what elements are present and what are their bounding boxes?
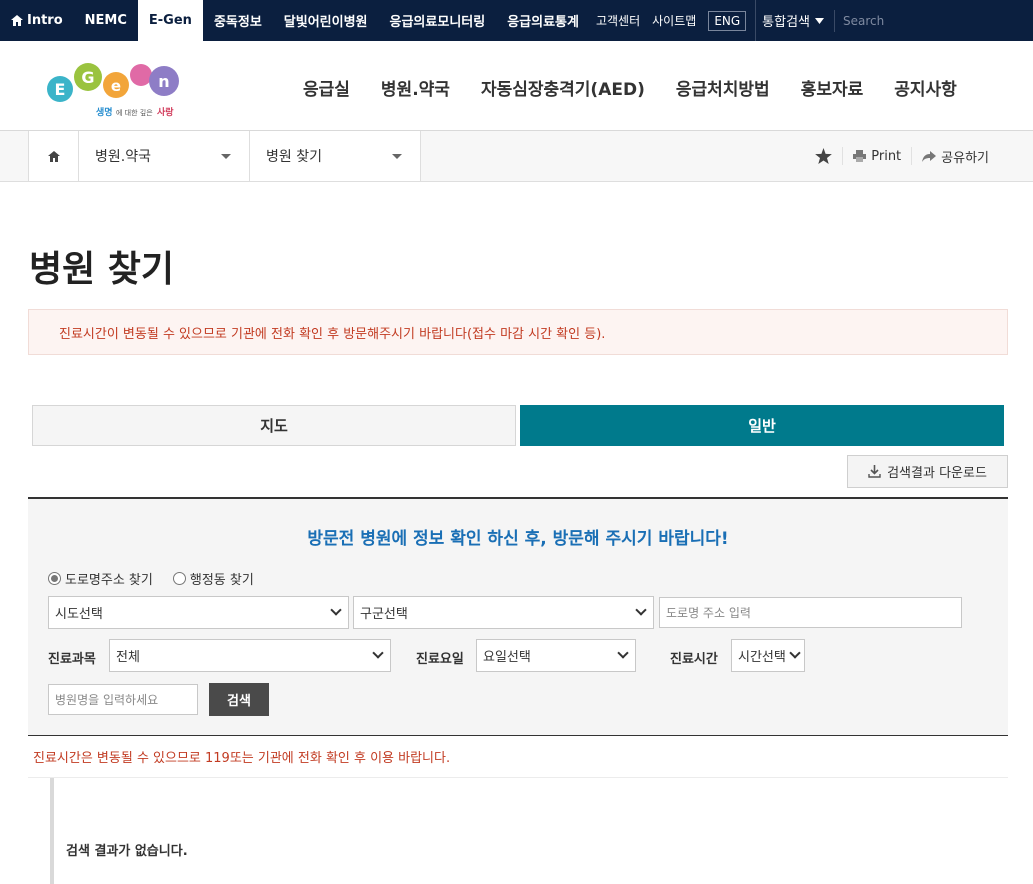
- address-type-radios: 도로명주소 찾기 행정동 찾기: [48, 569, 274, 588]
- nav-first-aid[interactable]: 응급처치방법: [676, 75, 770, 100]
- time-select-value: 시간선택: [738, 650, 786, 665]
- logo-graphic: E G e n 생명 에 대한 깊은 사랑: [47, 63, 179, 118]
- search-results: 검색 결과가 없습니다.: [50, 778, 1008, 884]
- chevron-down-icon: [635, 604, 647, 616]
- sitemap-link[interactable]: 사이트맵: [646, 0, 702, 41]
- download-results-button[interactable]: 검색결과 다운로드: [847, 455, 1008, 488]
- egen-logo[interactable]: E G e n 생명 에 대한 깊은 사랑: [46, 57, 181, 121]
- svg-text:E: E: [55, 80, 66, 99]
- nav-aed[interactable]: 자동심장충격기(AED): [481, 75, 645, 100]
- top-bar: Intro NEMC E-Gen 중독정보 달빛어린이병원 응급의료모니터링 응…: [0, 0, 1033, 41]
- nav-notice[interactable]: 공지사항: [894, 75, 957, 100]
- eng-button[interactable]: ENG: [708, 10, 747, 31]
- topbar-item-monitoring[interactable]: 응급의료모니터링: [379, 0, 497, 41]
- share-button[interactable]: 공유하기: [911, 147, 999, 166]
- topbar-item-moonlight[interactable]: 달빛어린이병원: [273, 0, 379, 41]
- download-icon: [868, 465, 881, 478]
- no-results-message: 검색 결과가 없습니다.: [66, 844, 188, 859]
- caret-down-icon: [221, 154, 231, 159]
- search-panel: 방문전 병원에 정보 확인 하신 후, 방문해 주시기 바랍니다! 도로명주소 …: [28, 497, 1008, 736]
- star-icon: [815, 148, 833, 164]
- print-label: Print: [871, 148, 902, 164]
- header: E G e n 생명 에 대한 깊은 사랑 응급실 병원.약국 자동심장충격기(…: [0, 41, 1033, 131]
- dept-label: 진료과목: [48, 652, 96, 667]
- svg-text:G: G: [81, 68, 94, 87]
- day-label: 진료요일: [416, 652, 464, 667]
- intro-label: Intro: [27, 13, 63, 28]
- time-label: 진료시간: [670, 652, 718, 667]
- topbar-item-statistics[interactable]: 응급의료통계: [496, 0, 590, 41]
- search-panel-title: 방문전 병원에 정보 확인 하신 후, 방문해 주시기 바랍니다!: [307, 529, 729, 549]
- notice-banner: 진료시간이 변동될 수 있으므로 기관에 전화 확인 후 방문해주시기 바랍니다…: [28, 309, 1008, 355]
- nav-hospital-pharmacy[interactable]: 병원.약국: [381, 75, 450, 100]
- integrated-search-label: 통합검색: [762, 15, 811, 30]
- share-icon: [922, 150, 937, 162]
- dept-select-value: 전체: [116, 650, 140, 665]
- svg-text:n: n: [158, 72, 169, 91]
- gugun-select[interactable]: 구군선택: [353, 596, 654, 629]
- topbar-item-poison[interactable]: 중독정보: [203, 0, 273, 41]
- breadcrumb-home[interactable]: [28, 131, 79, 181]
- breadcrumb-level1-select[interactable]: 병원.약국: [79, 131, 250, 181]
- nav-promotion[interactable]: 홍보자료: [801, 75, 864, 100]
- radio-admin-label[interactable]: 행정동 찾기: [190, 569, 254, 588]
- breadcrumb-level2-select[interactable]: 병원 찾기: [250, 131, 421, 181]
- caret-down-icon: [815, 17, 825, 24]
- gugun-select-value: 구군선택: [360, 607, 408, 622]
- hours-notice: 진료시간은 변동될 수 있으므로 119또는 기관에 전화 확인 후 이용 바랍…: [33, 751, 451, 766]
- nav-emergency-room[interactable]: 응급실: [303, 75, 350, 100]
- sido-select[interactable]: 시도선택: [48, 596, 349, 629]
- breadcrumb-level1-label: 병원.약국: [95, 149, 151, 165]
- hospital-name-input[interactable]: 병원명을 입력하세요: [48, 684, 198, 715]
- chevron-down-icon: [789, 647, 801, 659]
- nemc-link[interactable]: NEMC: [74, 0, 138, 41]
- favorite-button[interactable]: [805, 147, 842, 165]
- tab-general[interactable]: 일반: [520, 405, 1004, 446]
- customer-center-link[interactable]: 고객센터: [590, 0, 646, 41]
- print-button[interactable]: Print: [842, 147, 911, 165]
- radio-admin-address[interactable]: [172, 572, 186, 585]
- svg-text:생명: 생명: [96, 106, 113, 118]
- radio-road-address[interactable]: [48, 572, 61, 585]
- intro-link[interactable]: Intro: [0, 0, 74, 41]
- road-address-input[interactable]: 도로명 주소 입력: [659, 597, 962, 628]
- integrated-search-toggle[interactable]: 통합검색: [756, 0, 830, 41]
- svg-text:에 대한 깊은: 에 대한 깊은: [116, 108, 153, 117]
- tab-map[interactable]: 지도: [32, 405, 516, 446]
- page-tools: Print 공유하기: [805, 131, 999, 181]
- chevron-down-icon: [372, 647, 384, 659]
- home-icon: [47, 150, 60, 162]
- search-input[interactable]: Search: [834, 9, 984, 32]
- share-label: 공유하기: [941, 150, 989, 166]
- breadcrumb: 병원.약국 병원 찾기 Print 공유하기: [0, 131, 1033, 182]
- download-label: 검색결과 다운로드: [887, 466, 987, 481]
- egen-link[interactable]: E-Gen: [137, 0, 203, 41]
- home-icon: [11, 15, 23, 26]
- radio-road-label[interactable]: 도로명주소 찾기: [65, 569, 153, 588]
- day-select[interactable]: 요일선택: [476, 639, 636, 672]
- search-button[interactable]: 검색: [209, 683, 269, 716]
- printer-icon: [853, 150, 867, 162]
- svg-text:e: e: [111, 77, 121, 95]
- svg-text:사랑: 사랑: [157, 106, 174, 118]
- breadcrumb-level2-label: 병원 찾기: [266, 149, 322, 165]
- time-select[interactable]: 시간선택: [731, 639, 805, 672]
- day-select-value: 요일선택: [483, 650, 531, 665]
- chevron-down-icon: [617, 647, 629, 659]
- chevron-down-icon: [330, 604, 342, 616]
- dept-select[interactable]: 전체: [109, 639, 391, 672]
- sido-select-value: 시도선택: [55, 607, 103, 622]
- page-title: 병원 찾기: [29, 249, 175, 290]
- caret-down-icon: [392, 154, 402, 159]
- main-nav: 응급실 병원.약국 자동심장충격기(AED) 응급처치방법 홍보자료 공지사항: [303, 75, 988, 100]
